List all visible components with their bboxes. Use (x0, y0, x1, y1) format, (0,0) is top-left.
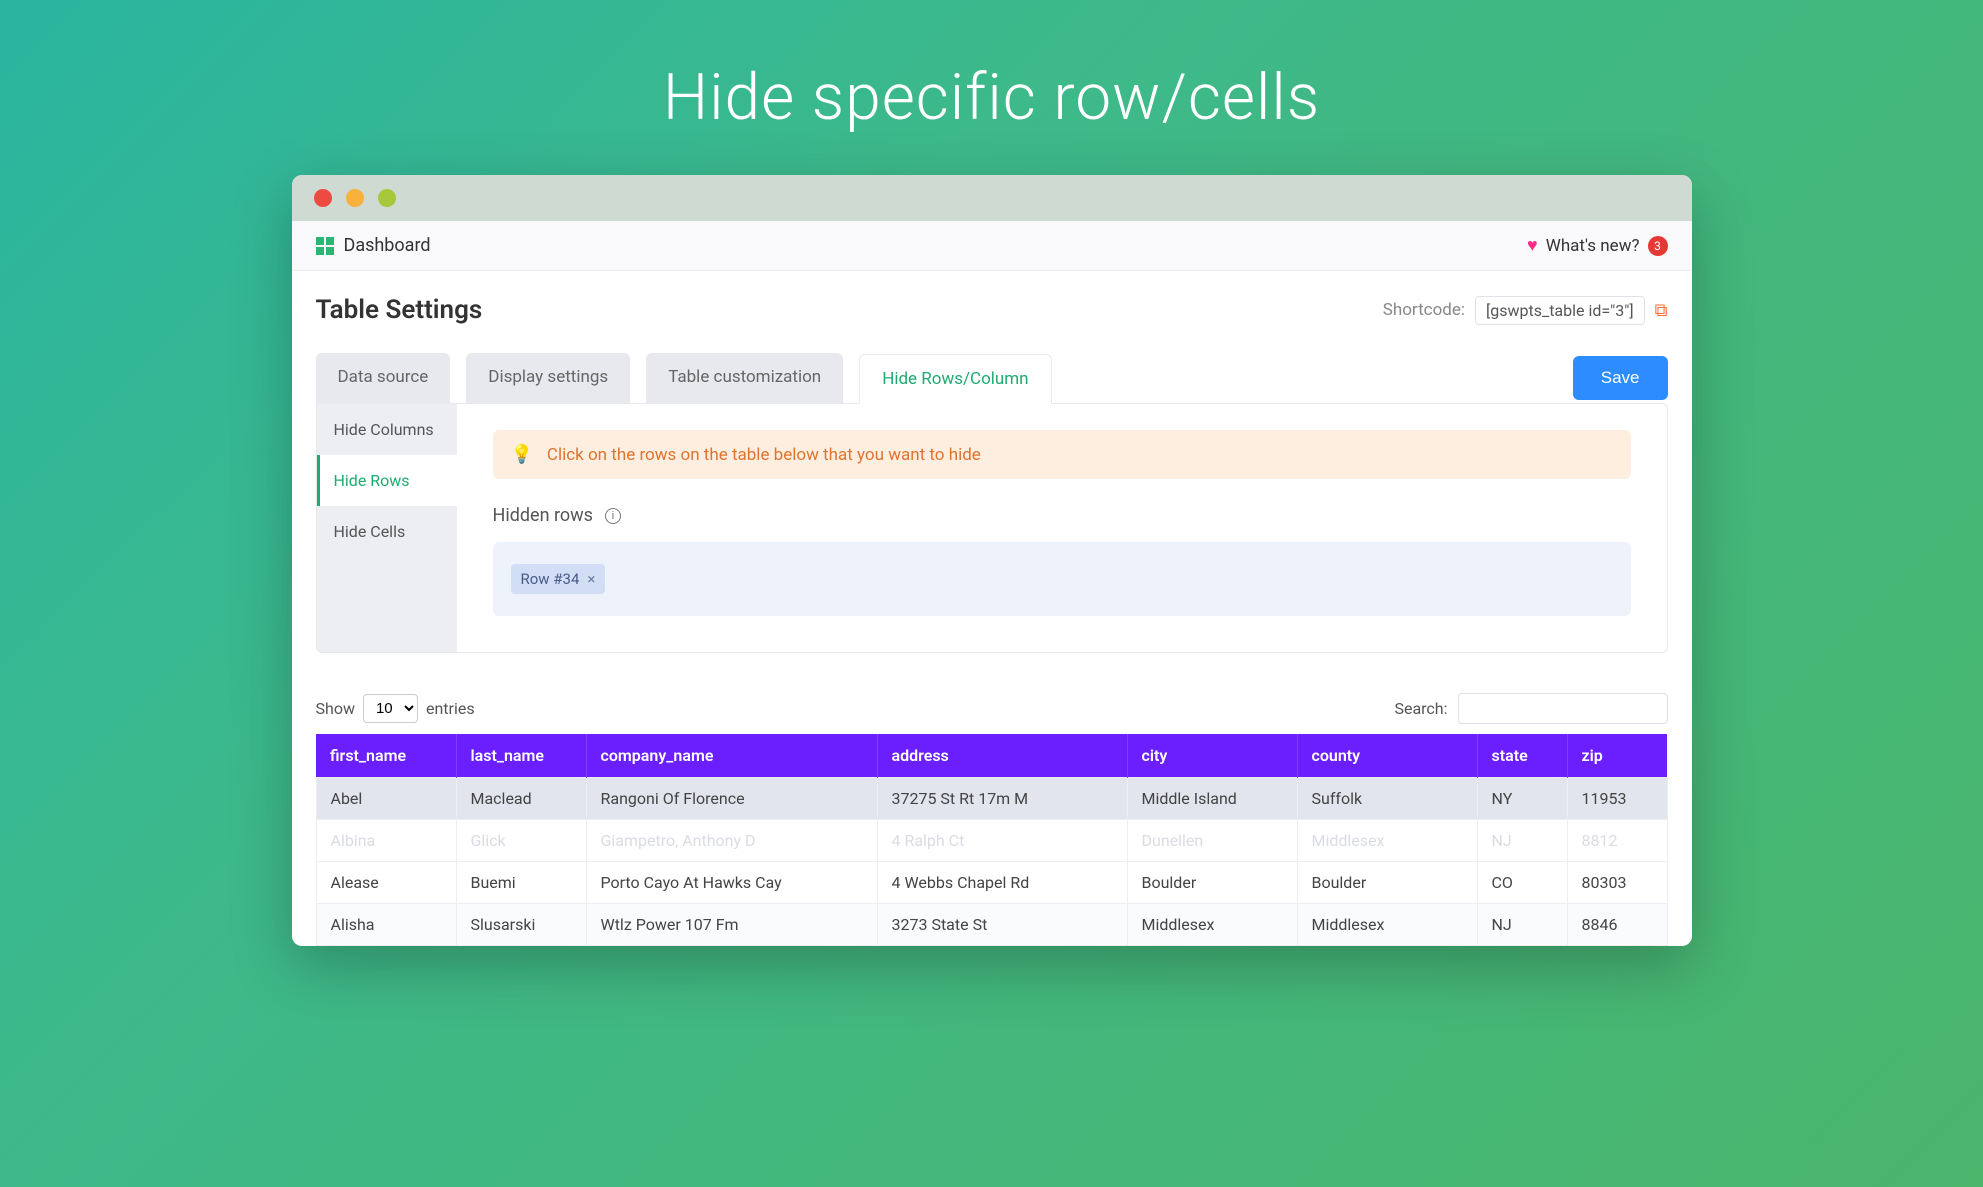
show-entries-wrap: Show 10 entries (316, 694, 475, 723)
dashboard-label[interactable]: Dashboard (344, 235, 431, 256)
col-zip[interactable]: zip (1567, 734, 1667, 778)
table-cell[interactable]: Middlesex (1127, 904, 1297, 946)
col-address[interactable]: address (877, 734, 1127, 778)
chip-remove-icon[interactable]: × (587, 570, 595, 588)
table-cell[interactable]: Alisha (316, 904, 456, 946)
table-row[interactable]: AbelMacleadRangoni Of Florence37275 St R… (316, 778, 1667, 820)
side-tab-hide-cells[interactable]: Hide Cells (317, 506, 457, 557)
topbar-right[interactable]: ♥ What's new? 3 (1527, 235, 1667, 256)
info-banner-text: Click on the rows on the table below tha… (547, 445, 981, 465)
search-input[interactable] (1458, 693, 1668, 724)
table-cell[interactable]: Dunellen (1127, 820, 1297, 862)
panel-body: 💡 Click on the rows on the table below t… (457, 404, 1667, 652)
table-body: AbelMacleadRangoni Of Florence37275 St R… (316, 778, 1667, 946)
hero-title: Hide specific row/cells (0, 0, 1983, 175)
col-city[interactable]: city (1127, 734, 1297, 778)
page-title: Table Settings (316, 295, 483, 325)
window-titlebar (292, 175, 1692, 221)
table-cell[interactable]: Buemi (456, 862, 586, 904)
table-cell[interactable]: Abel (316, 778, 456, 820)
table-cell[interactable]: Suffolk (1297, 778, 1477, 820)
col-last-name[interactable]: last_name (456, 734, 586, 778)
table-header: first_name last_name company_name addres… (316, 734, 1667, 778)
tab-data-source[interactable]: Data source (316, 353, 451, 403)
table-cell[interactable]: Albina (316, 820, 456, 862)
table-cell[interactable]: Middlesex (1297, 820, 1477, 862)
table-controls: Show 10 entries Search: (316, 693, 1668, 724)
table-cell[interactable]: Maclead (456, 778, 586, 820)
col-county[interactable]: county (1297, 734, 1477, 778)
table-cell[interactable]: Boulder (1297, 862, 1477, 904)
table-cell[interactable]: 4 Webbs Chapel Rd (877, 862, 1127, 904)
table-cell[interactable]: 37275 St Rt 17m M (877, 778, 1127, 820)
table-cell[interactable]: Rangoni Of Florence (586, 778, 877, 820)
hidden-rows-label: Hidden rows i (493, 505, 1631, 526)
col-first-name[interactable]: first_name (316, 734, 456, 778)
table-cell[interactable]: 3273 State St (877, 904, 1127, 946)
hidden-row-chip[interactable]: Row #34 × (511, 564, 606, 594)
table-cell[interactable]: NY (1477, 778, 1567, 820)
tab-hide-rows-column[interactable]: Hide Rows/Column (859, 354, 1051, 404)
tabs-row: Data source Display settings Table custo… (292, 335, 1692, 403)
shortcode-wrap: Shortcode: [gswpts_table id="3"] ⧉ (1383, 296, 1668, 325)
table-cell[interactable]: CO (1477, 862, 1567, 904)
col-company[interactable]: company_name (586, 734, 877, 778)
table-cell[interactable]: Giampetro, Anthony D (586, 820, 877, 862)
side-tab-hide-rows[interactable]: Hide Rows (317, 455, 457, 506)
table-cell[interactable]: NJ (1477, 904, 1567, 946)
table-cell[interactable]: NJ (1477, 820, 1567, 862)
search-label: Search: (1394, 699, 1447, 718)
save-button[interactable]: Save (1573, 356, 1668, 400)
shortcode-value[interactable]: [gswpts_table id="3"] (1475, 296, 1645, 325)
search-wrap: Search: (1394, 693, 1667, 724)
hidden-rows-chip-area: Row #34 × (493, 542, 1631, 616)
window-minimize-dot[interactable] (346, 189, 364, 207)
entries-label: entries (426, 699, 475, 718)
main-tabs: Data source Display settings Table custo… (316, 353, 1052, 403)
table-cell[interactable]: Wtlz Power 107 Fm (586, 904, 877, 946)
settings-header: Table Settings Shortcode: [gswpts_table … (292, 271, 1692, 335)
hidden-rows-text: Hidden rows (493, 505, 593, 526)
table-cell[interactable]: 8812 (1567, 820, 1667, 862)
table-cell[interactable]: Middlesex (1297, 904, 1477, 946)
settings-panel: Hide Columns Hide Rows Hide Cells 💡 Clic… (316, 403, 1668, 653)
topbar-left: Dashboard (316, 235, 431, 256)
tab-table-customization[interactable]: Table customization (646, 353, 843, 403)
info-banner: 💡 Click on the rows on the table below t… (493, 430, 1631, 479)
tab-display-settings[interactable]: Display settings (466, 353, 630, 403)
col-state[interactable]: state (1477, 734, 1567, 778)
show-label: Show (316, 699, 355, 718)
side-tab-hide-columns[interactable]: Hide Columns (317, 404, 457, 455)
copy-icon[interactable]: ⧉ (1655, 300, 1668, 321)
table-cell[interactable]: Porto Cayo At Hawks Cay (586, 862, 877, 904)
table-row[interactable]: AleaseBuemiPorto Cayo At Hawks Cay4 Webb… (316, 862, 1667, 904)
table-row[interactable]: AlbinaGlickGiampetro, Anthony D4 Ralph C… (316, 820, 1667, 862)
whats-new-label: What's new? (1546, 236, 1640, 256)
table-cell[interactable]: Middle Island (1127, 778, 1297, 820)
topbar: Dashboard ♥ What's new? 3 (292, 221, 1692, 271)
lightbulb-icon: 💡 (511, 444, 533, 465)
app-window: Dashboard ♥ What's new? 3 Table Settings… (292, 175, 1692, 946)
side-tabs: Hide Columns Hide Rows Hide Cells (317, 404, 457, 652)
data-table: first_name last_name company_name addres… (316, 734, 1668, 946)
heart-icon: ♥ (1527, 235, 1538, 256)
table-cell[interactable]: Glick (456, 820, 586, 862)
table-region: Show 10 entries Search: first_name last_… (292, 653, 1692, 946)
info-icon[interactable]: i (605, 508, 621, 524)
table-cell[interactable]: Alease (316, 862, 456, 904)
table-cell[interactable]: Slusarski (456, 904, 586, 946)
table-cell[interactable]: 4 Ralph Ct (877, 820, 1127, 862)
window-close-dot[interactable] (314, 189, 332, 207)
table-cell[interactable]: Boulder (1127, 862, 1297, 904)
dashboard-icon (316, 237, 334, 255)
table-cell[interactable]: 8846 (1567, 904, 1667, 946)
window-maximize-dot[interactable] (378, 189, 396, 207)
table-cell[interactable]: 80303 (1567, 862, 1667, 904)
shortcode-label: Shortcode: (1383, 300, 1465, 320)
notification-badge: 3 (1648, 236, 1668, 256)
entries-select[interactable]: 10 (363, 694, 418, 723)
table-cell[interactable]: 11953 (1567, 778, 1667, 820)
chip-label: Row #34 (521, 570, 580, 588)
table-row[interactable]: AlishaSlusarskiWtlz Power 107 Fm3273 Sta… (316, 904, 1667, 946)
